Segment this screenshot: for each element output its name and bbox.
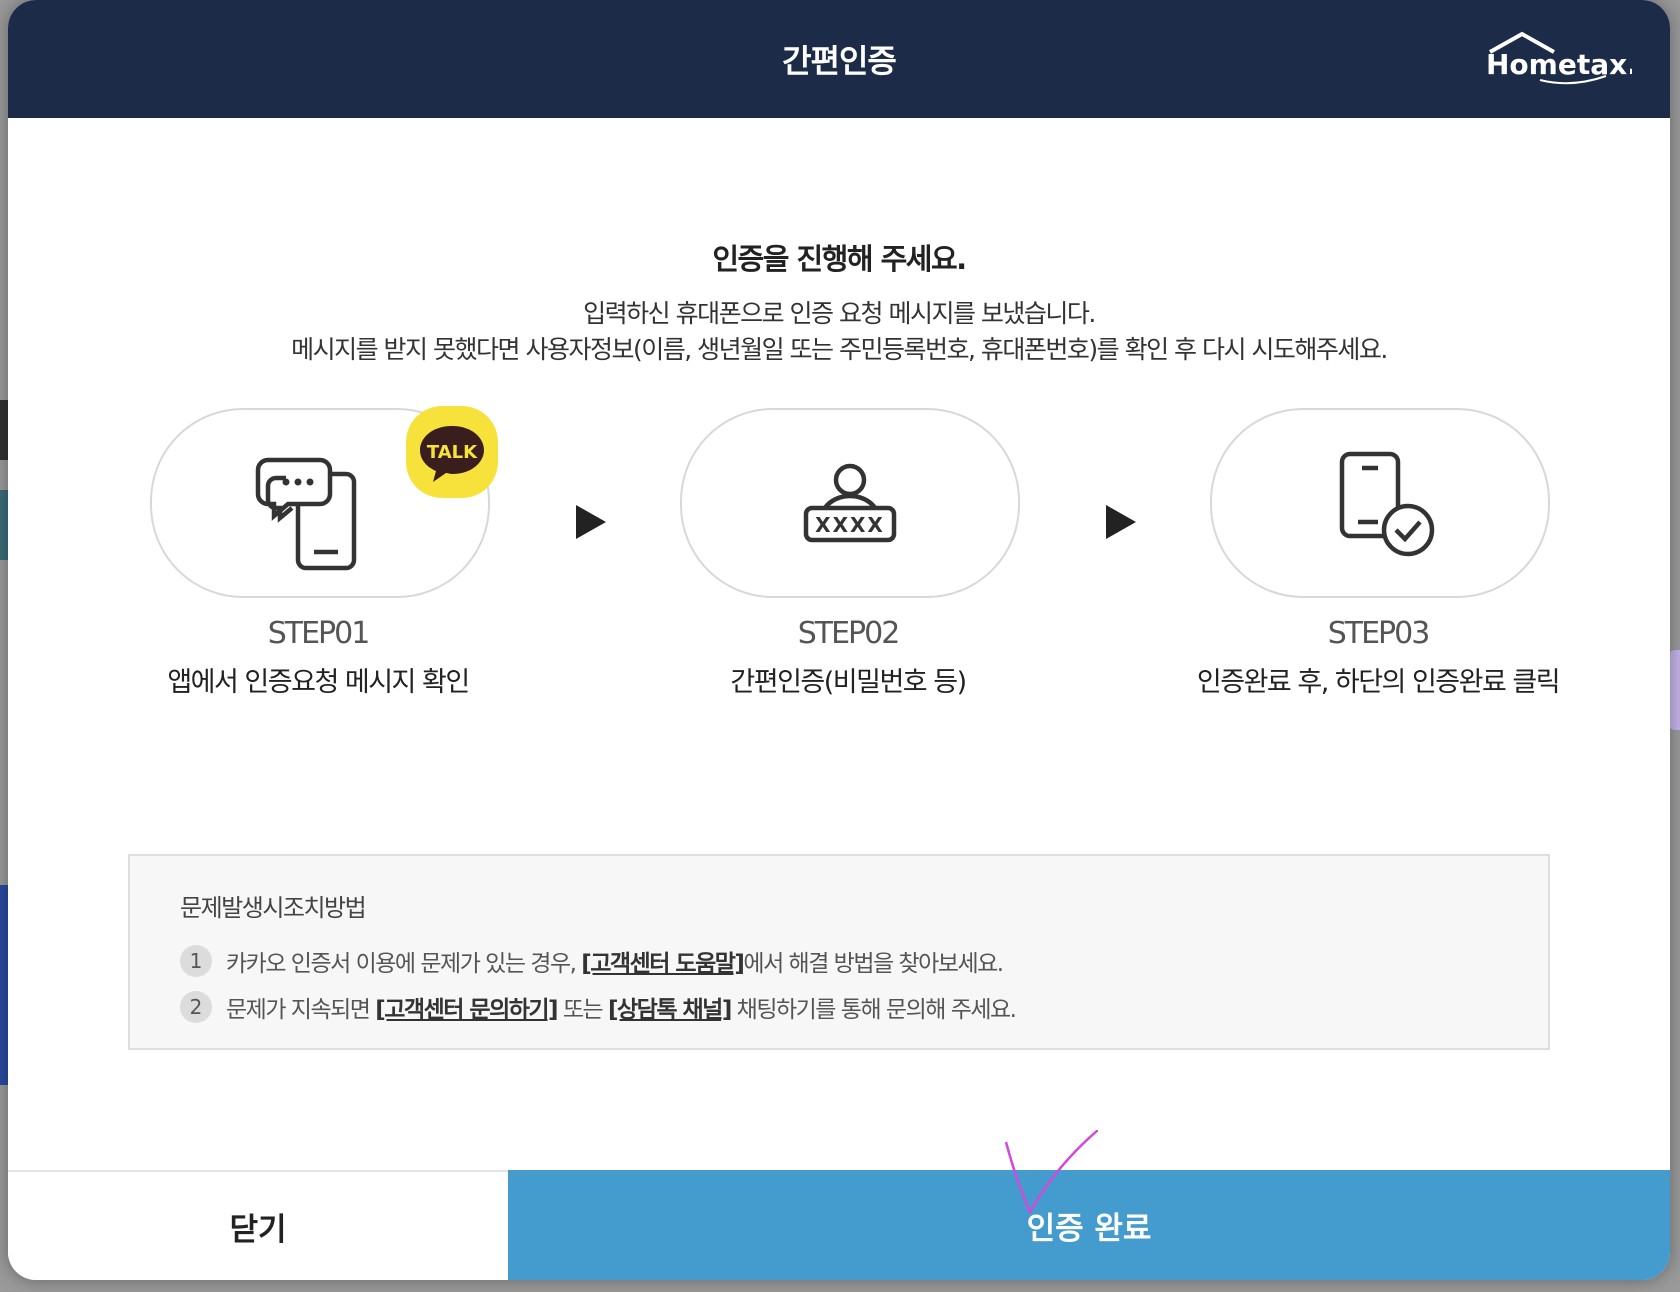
svg-text:XXXX: XXXX — [815, 513, 885, 537]
backdrop-edge — [0, 885, 8, 1085]
help-item: 2 문제가 지속되면 [고객센터 문의하기] 또는 [상담톡 채널] 채팅하기를… — [180, 990, 1017, 1024]
step-desc-3: 인증완료 후, 하단의 인증완료 클릭 — [1196, 667, 1561, 698]
help-item-number: 2 — [180, 991, 212, 1023]
svg-text:Hometax.: Hometax. — [1486, 48, 1632, 81]
hometax-logo: Hometax. — [1486, 31, 1632, 85]
step-desc-1: 앱에서 인증요청 메시지 확인 — [167, 667, 470, 698]
step-card-2: XXXX — [680, 408, 1020, 598]
help-text: 문제가 지속되면 — [226, 997, 371, 1023]
dialog-title: 간편인증 — [782, 42, 897, 80]
step-desc-2: 간편인증(비밀번호 등) — [730, 667, 967, 698]
backdrop-edge — [0, 490, 8, 560]
svg-text:TALK: TALK — [427, 442, 478, 463]
troubleshooting-box: 문제발생시조치방법 1 카카오 인증서 이용에 문제가 있는 경우, [고객센터… — [128, 854, 1550, 1050]
troubleshooting-title: 문제발생시조치방법 — [180, 894, 367, 922]
auth-dialog: 간편인증 Hometax. 인증을 진행해 주세요. 입력하신 휴대폰으로 인증… — [8, 0, 1670, 1280]
help-item: 1 카카오 인증서 이용에 문제가 있는 경우, [고객센터 도움말] 에서 해… — [180, 944, 1004, 978]
step-arrow-icon — [576, 505, 606, 539]
instruction-line: 메시지를 받지 못했다면 사용자정보(이름, 생년월일 또는 주민등록번호, 휴… — [291, 335, 1388, 364]
step-arrow-icon — [1106, 505, 1136, 539]
close-button[interactable]: 닫기 — [8, 1172, 508, 1280]
help-item-number: 1 — [180, 945, 212, 977]
phone-check-icon — [1339, 451, 1435, 557]
chat-channel-link[interactable]: [상담톡 채널] — [608, 990, 732, 1024]
backdrop-edge — [0, 400, 8, 460]
kakaotalk-badge-icon: TALK — [406, 406, 498, 498]
user-password-icon: XXXX — [803, 463, 897, 543]
help-text: 에서 해결 방법을 찾아보세요. — [743, 951, 1004, 977]
help-text: 카카오 인증서 이용에 문제가 있는 경우, — [226, 951, 577, 977]
dialog-header: 간편인증 Hometax. — [8, 0, 1670, 118]
page-heading: 인증을 진행해 주세요. — [712, 242, 967, 276]
instruction-text: 입력하신 휴대폰으로 인증 요청 메시지를 보냈습니다. 메시지를 받지 못했다… — [8, 296, 1670, 368]
contact-center-link[interactable]: [고객센터 문의하기] — [375, 990, 558, 1024]
step-title-3: STEP03 — [1327, 616, 1431, 651]
step-title-1: STEP01 — [267, 616, 371, 651]
step-card-3 — [1210, 408, 1550, 598]
help-center-link[interactable]: [고객센터 도움말] — [581, 944, 745, 978]
step-title-2: STEP02 — [797, 616, 901, 651]
instruction-line: 입력하신 휴대폰으로 인증 요청 메시지를 보냈습니다. — [583, 299, 1096, 328]
help-text: 채팅하기를 통해 문의해 주세요. — [736, 997, 1017, 1023]
complete-auth-button[interactable]: 인증 완료 — [508, 1170, 1670, 1280]
help-text: 또는 — [562, 997, 604, 1023]
